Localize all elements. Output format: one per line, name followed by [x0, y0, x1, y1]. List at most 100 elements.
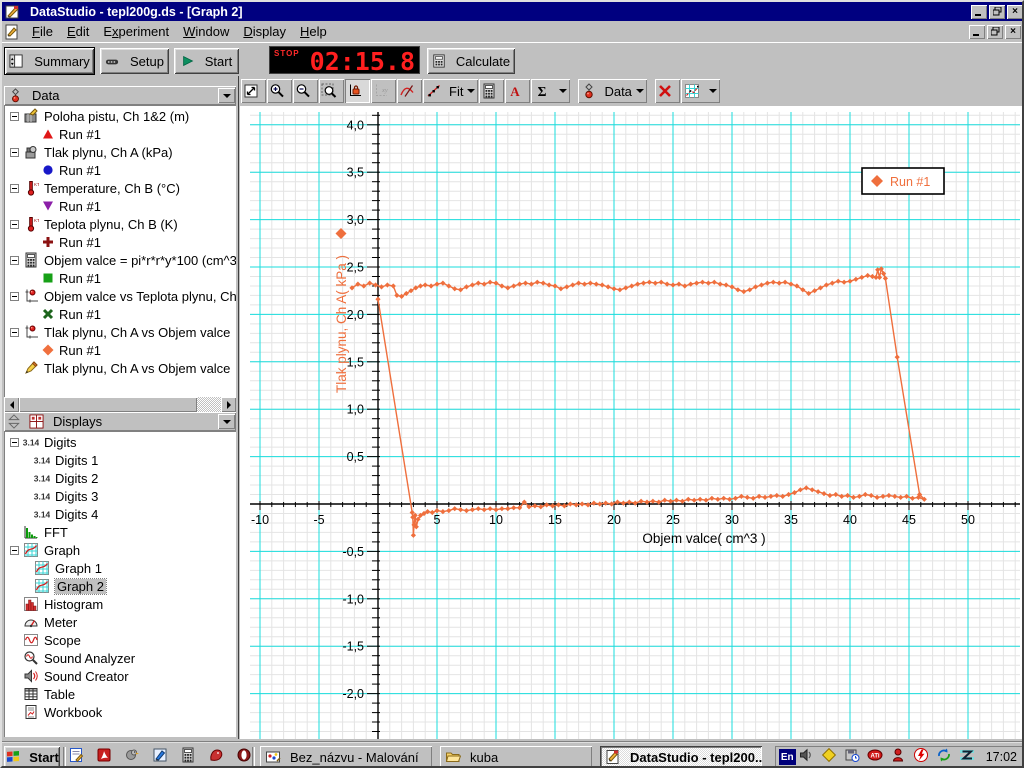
display-child-item[interactable]: 3.14 Digits 1 [4, 451, 236, 469]
data-menu-button[interactable]: Data [578, 79, 647, 103]
quicklaunch-notepad-button[interactable] [68, 747, 89, 767]
task-button-1[interactable]: Bez_názvu - Malování [260, 746, 432, 766]
expand-collapse-box[interactable] [10, 147, 19, 157]
tray-ati-button[interactable]: ATi [867, 747, 888, 767]
displays-panel-header[interactable]: Displays [4, 412, 236, 431]
slope-tool-button[interactable] [397, 79, 422, 103]
menu-file[interactable]: File [25, 22, 60, 41]
calculate-button[interactable]: Calculate [427, 48, 515, 74]
graph-settings-button[interactable] [680, 79, 720, 103]
menu-display[interactable]: Display [236, 22, 293, 41]
statistics-button[interactable]: Σ [531, 79, 571, 103]
setup-button[interactable]: Setup [100, 48, 169, 74]
data-tree-item[interactable]: Poloha pistu, Ch 1&2 (m) [4, 107, 236, 125]
data-tree-hscrollbar[interactable] [4, 397, 236, 412]
run-tree-item[interactable]: Run #1 [4, 305, 236, 323]
zoom-select-button[interactable] [319, 79, 344, 103]
display-child-item[interactable]: 3.14 Digits 2 [4, 469, 236, 487]
scale-to-fit-button[interactable] [241, 79, 266, 103]
display-tree-item[interactable]: Table [4, 685, 236, 703]
display-tree-item[interactable]: 3.14 Digits [4, 433, 236, 451]
display-tree-item[interactable]: Graph [4, 541, 236, 559]
data-tree-item[interactable]: KTD Temperature, Ch B (°C) [4, 179, 236, 197]
data-panel-dropdown-button[interactable] [218, 88, 235, 103]
data-tree-item[interactable]: KTD Teplota plynu, Ch B (K) [4, 215, 236, 233]
run-tree-item[interactable]: Run #1 [4, 197, 236, 215]
scroll-right-button[interactable] [221, 397, 236, 412]
display-child-item[interactable]: 3.14 Digits 4 [4, 505, 236, 523]
menu-edit[interactable]: Edit [60, 22, 96, 41]
expand-collapse-box[interactable] [10, 255, 19, 265]
tray-lightning-button[interactable] [913, 747, 934, 767]
zoom-out-button[interactable] [293, 79, 318, 103]
quicklaunch-bird-button[interactable] [124, 747, 145, 767]
tray-z-wave-button[interactable] [959, 747, 980, 767]
expand-collapse-box[interactable] [10, 545, 19, 555]
child-minimize-button[interactable] [969, 24, 985, 39]
display-tree-item[interactable]: FFT [4, 523, 236, 541]
run-tree-item[interactable]: Run #1 [4, 233, 236, 251]
show-xy-button[interactable]: xy [371, 79, 396, 103]
minimize-button[interactable] [971, 4, 987, 19]
display-child-item[interactable]: Graph 1 [4, 559, 236, 577]
panel-splitter-icon[interactable] [8, 414, 20, 429]
tray-arrows-button[interactable] [936, 747, 957, 767]
expand-collapse-box[interactable] [10, 291, 19, 301]
chart-plot-area[interactable]: -10 -5 5 10 15 20 25 30 35 40 45 50 4,0 3,5 3,0 2,5 2,0 1… [240, 106, 1022, 739]
displays-panel-dropdown-button[interactable] [218, 414, 235, 429]
tray-agent-button[interactable] [890, 747, 911, 767]
task-button-2[interactable]: kuba [440, 746, 592, 766]
scrollbar-thumb[interactable] [19, 397, 197, 412]
quicklaunch-draw-button[interactable] [152, 747, 173, 767]
quicklaunch-acrobat-button[interactable] [96, 747, 117, 767]
display-child-item[interactable]: 3.14 Digits 3 [4, 487, 236, 505]
menu-experiment[interactable]: Experiment [96, 22, 176, 41]
smart-tool-button[interactable] [345, 79, 370, 103]
zoom-in-button[interactable] [267, 79, 292, 103]
summary-button[interactable]: Summary [4, 47, 95, 75]
start-menu-button[interactable]: Start [4, 746, 60, 766]
quicklaunch-dragon-button[interactable] [208, 747, 229, 767]
run-tree-item[interactable]: Run #1 [4, 269, 236, 287]
display-tree-item[interactable]: Histogram [4, 595, 236, 613]
task-button-3[interactable]: DataStudio - tepl200... [600, 746, 762, 766]
expand-collapse-box[interactable] [10, 437, 19, 447]
tray-yellow-diamond-button[interactable] [821, 747, 842, 767]
data-tree-item[interactable]: Objem valce = pi*r*r*y*100 (cm^3) [4, 251, 236, 269]
expand-collapse-box[interactable] [10, 219, 19, 229]
data-tree-item[interactable]: Objem valce vs Teplota plynu, Ch B [4, 287, 236, 305]
restore-button[interactable] [989, 4, 1005, 19]
text-note-button[interactable]: A [505, 79, 531, 103]
display-tree-item[interactable]: Scope [4, 631, 236, 649]
scroll-left-button[interactable] [4, 397, 19, 412]
tray-disk-clock-button[interactable] [844, 747, 865, 767]
start-button[interactable]: Start [174, 48, 239, 74]
quicklaunch-calculator-button[interactable] [180, 747, 201, 767]
calculator-button[interactable] [479, 79, 505, 103]
data-tree-item[interactable]: Tlak plynu, Ch A (kPa) [4, 143, 236, 161]
run-tree-item[interactable]: Run #1 [4, 125, 236, 143]
data-tree-item[interactable]: Tlak plynu, Ch A vs Objem valce [4, 323, 236, 341]
close-button[interactable]: × [1007, 4, 1022, 19]
menu-help[interactable]: Help [293, 22, 334, 41]
display-tree-item[interactable]: Sound Creator [4, 667, 236, 685]
fit-menu-button[interactable]: Fit [423, 79, 479, 103]
child-restore-button[interactable] [987, 24, 1003, 39]
run-tree-item[interactable]: Run #1 [4, 341, 236, 359]
display-tree-item[interactable]: Workbook [4, 703, 236, 721]
chart-legend[interactable]: Run #1 [861, 167, 945, 195]
tray-volume-button[interactable] [798, 747, 819, 767]
expand-collapse-box[interactable] [10, 183, 19, 193]
run-tree-item[interactable]: Run #1 [4, 161, 236, 179]
display-tree-item[interactable]: Sound Analyzer [4, 649, 236, 667]
delete-button[interactable] [654, 79, 680, 103]
expand-collapse-box[interactable] [10, 327, 19, 337]
menu-window[interactable]: Window [176, 22, 236, 41]
data-panel-header[interactable]: Data [4, 86, 236, 105]
expand-collapse-box[interactable] [10, 111, 19, 121]
child-close-button[interactable]: × [1005, 24, 1021, 39]
data-tree-item[interactable]: Tlak plynu, Ch A vs Objem valce [4, 359, 236, 377]
keyboard-layout-indicator[interactable]: En [778, 749, 796, 765]
display-tree-item[interactable]: Meter [4, 613, 236, 631]
display-child-item[interactable]: Graph 2 [4, 577, 236, 595]
